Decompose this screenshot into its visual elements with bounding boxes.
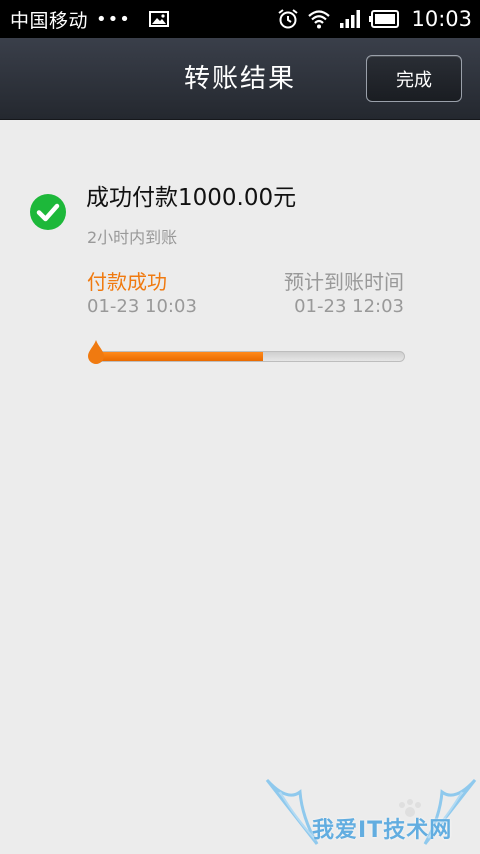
alarm-icon <box>278 9 299 29</box>
status-bar: 中国移动 ••• 10:03 <box>0 0 480 38</box>
step-paid-time: 01-23 10:03 <box>87 296 197 317</box>
watermark-text: 我爱IT技术网 <box>312 818 453 843</box>
progress-marker-icon <box>88 340 104 364</box>
status-right: 10:03 <box>277 7 472 31</box>
progress-track <box>90 351 405 362</box>
status-dots: ••• <box>96 8 131 30</box>
step-arrival-time: 01-23 12:03 <box>294 296 404 317</box>
carrier-name: 中国移动 <box>10 9 89 32</box>
signal-icon <box>340 10 361 28</box>
step-paid-label: 付款成功 <box>87 270 167 294</box>
check-circle-icon <box>30 194 66 230</box>
watermark: 我爱IT技术网 <box>262 772 480 854</box>
progress-fill <box>91 352 264 361</box>
image-icon <box>148 11 169 27</box>
battery-icon <box>369 10 400 28</box>
done-button[interactable]: 完成 <box>366 55 462 102</box>
header-bar: 转账结果 完成 <box>0 38 480 120</box>
arrival-estimate: 2小时内到账 <box>87 228 178 247</box>
step-arrival-label: 预计到账时间 <box>284 270 404 294</box>
payment-amount: 成功付款1000.00元 <box>86 185 297 211</box>
wifi-icon <box>308 10 331 29</box>
status-time: 10:03 <box>411 7 472 31</box>
